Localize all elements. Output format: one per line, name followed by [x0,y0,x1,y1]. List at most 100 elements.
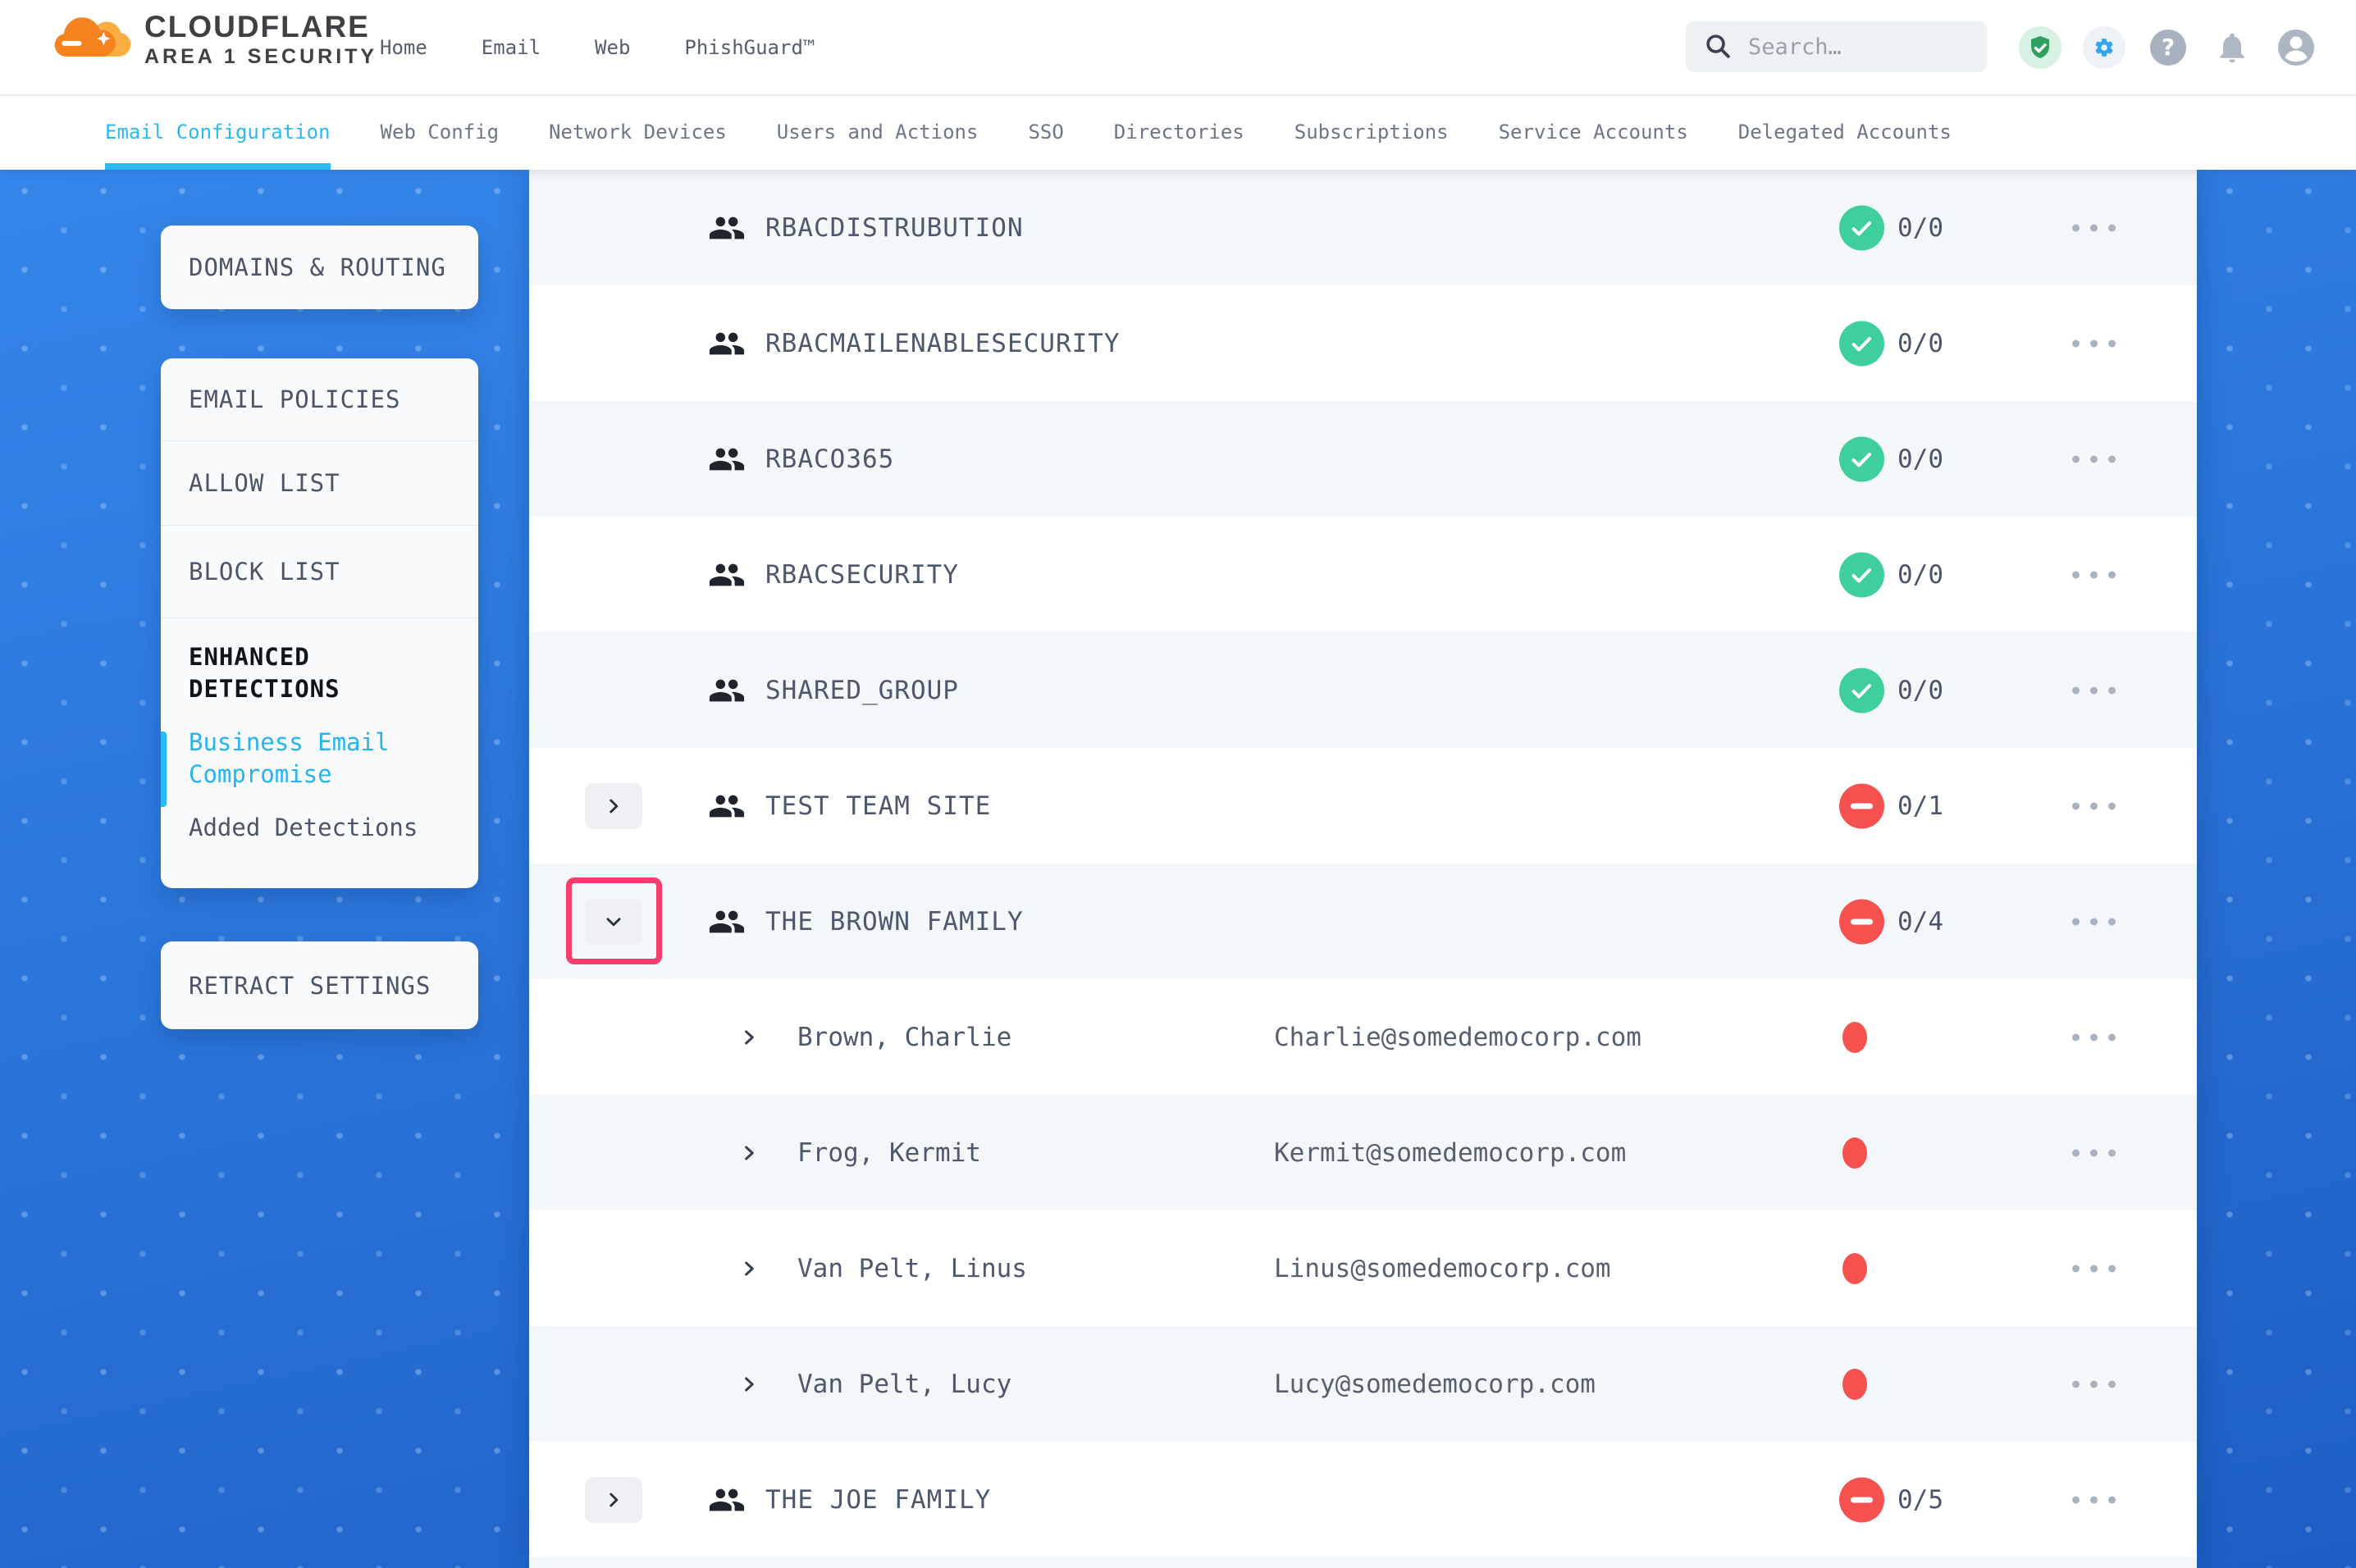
group-icon [708,1481,746,1519]
member-name: Van Pelt, Lucy [797,1370,1011,1399]
expand-group-button[interactable] [585,783,642,829]
header-icons: ? [2019,0,2317,94]
row-menu-button[interactable] [2072,686,2116,694]
brand-subtitle: AREA 1 SECURITY [144,44,377,69]
shield-check-icon[interactable] [2019,26,2062,69]
group-icon [708,672,746,709]
member-name: Frog, Kermit [797,1138,981,1168]
bell-icon[interactable] [2211,26,2253,69]
group-row: THE JOE FAMILY 0/5 [529,1442,2197,1557]
group-name: RBACSECURITY [765,560,959,590]
group-name: THE BROWN FAMILY [765,907,1024,937]
sidebar-item-business-email-compromise[interactable]: Business Email Compromise [161,705,478,791]
member-row: Van Pelt, LucyLucy@somedemocorp.com [529,1326,2197,1442]
tab-directories[interactable]: Directories [1114,94,1244,170]
tab-sso[interactable]: SSO [1028,94,1063,170]
status-dot [1842,1137,1867,1169]
row-menu-button[interactable] [2072,1149,2116,1156]
sidebar-item-allow-list[interactable]: ALLOW LIST [161,441,478,525]
tab-service-accounts[interactable]: Service Accounts [1499,94,1688,170]
user-icon[interactable] [2275,26,2317,69]
expand-member-icon[interactable] [739,1027,760,1048]
top-nav-web[interactable]: Web [595,36,630,59]
group-icon [708,325,746,362]
sidebar-item-label: Business Email Compromise [189,728,389,788]
sidebar-item-domains-routing[interactable]: DOMAINS & ROUTING [161,226,478,309]
tab-network-devices[interactable]: Network Devices [549,94,727,170]
status-blocked-icon [1839,1477,1884,1522]
expand-group-button[interactable] [585,1477,642,1523]
row-menu-button[interactable] [2072,455,2116,463]
status-ok-icon [1839,205,1884,250]
top-nav-email[interactable]: Email [482,36,541,59]
detection-count: 0/4 [1897,907,1943,937]
group-name: THE JOE FAMILY [765,1485,991,1515]
group-icon [708,787,746,825]
group-name: TEST TEAM SITE [765,791,991,821]
status-dot [1842,1369,1867,1400]
row-menu-button[interactable] [2072,224,2116,231]
sidebar-item-added-detections[interactable]: Added Detections [161,791,478,844]
tab-delegated-accounts[interactable]: Delegated Accounts [1738,94,1952,170]
gear-icon[interactable] [2083,26,2125,69]
cloudflare-logo[interactable]: CLOUDFLARE AREA 1 SECURITY [48,11,377,69]
search-input[interactable] [1746,34,1971,61]
group-row: RBACO3650/0 [529,401,2197,517]
member-email: Linus@somedemocorp.com [1274,1254,1611,1283]
detection-count: 0/0 [1897,329,1943,358]
row-menu-button[interactable] [2072,802,2116,809]
tab-email-configuration[interactable]: Email Configuration [105,94,331,170]
sidebar-item-block-list[interactable]: BLOCK LIST [161,526,478,618]
status-blocked-icon [1839,899,1884,944]
status-ok-icon [1839,321,1884,366]
top-nav: Home Email Web PhishGuard™ [380,0,815,94]
status-ok-icon [1839,552,1884,597]
tab-subscriptions[interactable]: Subscriptions [1294,94,1449,170]
sidebar-item-retract-settings[interactable]: RETRACT SETTINGS [161,941,478,1029]
expand-member-icon[interactable] [739,1142,760,1164]
collapse-group-button[interactable] [585,899,642,945]
detection-count: 0/1 [1897,791,1943,821]
top-nav-home[interactable]: Home [380,36,427,59]
group-icon [708,209,746,247]
expand-member-icon[interactable] [739,1374,760,1395]
group-icon [708,903,746,941]
enhanced-detections-items: Business Email CompromiseAdded Detection… [161,705,478,844]
enhanced-detections-title: ENHANCED DETECTIONS [161,618,478,705]
help-icon[interactable]: ? [2147,26,2189,69]
member-name: Brown, Charlie [797,1023,1011,1052]
group-row: SHARED_GROUP0/0 [529,632,2197,748]
sidebar-policies-card: EMAIL POLICIESALLOW LISTBLOCK LIST ENHAN… [161,358,478,888]
member-row: Frog, Kermit Kermit@somedemocorp.com [529,1095,2197,1210]
group-name: RBACMAILENABLESECURITY [765,329,1121,358]
group-row: RBACSECURITY0/0 [529,517,2197,632]
member-email: Charlie@somedemocorp.com [1274,1023,1641,1052]
row-menu-button[interactable] [2072,1033,2116,1041]
svg-text:?: ? [2162,34,2175,61]
detection-count: 0/0 [1897,676,1943,705]
row-menu-button[interactable] [2072,918,2116,925]
expand-member-icon[interactable] [739,1258,760,1279]
member-email: Kermit@somedemocorp.com [1274,1138,1626,1168]
member-row: Van Pelt, LinusLinus@somedemocorp.com [529,1210,2197,1326]
top-nav-phishguard[interactable]: PhishGuard™ [684,36,815,59]
group-icon [708,556,746,594]
row-menu-button[interactable] [2072,1380,2116,1388]
page-background: DOMAINS & ROUTING EMAIL POLICIESALLOW LI… [0,170,2356,1568]
row-menu-button[interactable] [2072,1265,2116,1272]
sidebar-item-email-policies[interactable]: EMAIL POLICIES [161,358,478,440]
group-row: THE BROWN FAMILY 0/4 [529,864,2197,979]
group-name: RBACDISTRUBUTION [765,213,1024,243]
detection-count: 0/5 [1897,1485,1943,1515]
row-menu-button[interactable] [2072,571,2116,578]
row-menu-button[interactable] [2072,1496,2116,1503]
search-icon [1704,32,1733,62]
top-header: CLOUDFLARE AREA 1 SECURITY Home Email Web P… [0,0,2356,96]
tab-web-config[interactable]: Web Config [381,94,500,170]
tab-users-and-actions[interactable]: Users and Actions [777,94,979,170]
row-menu-button[interactable] [2072,340,2116,347]
search-box[interactable] [1686,21,1987,72]
detection-count: 0/0 [1897,444,1943,474]
detection-count: 0/0 [1897,213,1943,243]
status-dot [1842,1022,1867,1053]
